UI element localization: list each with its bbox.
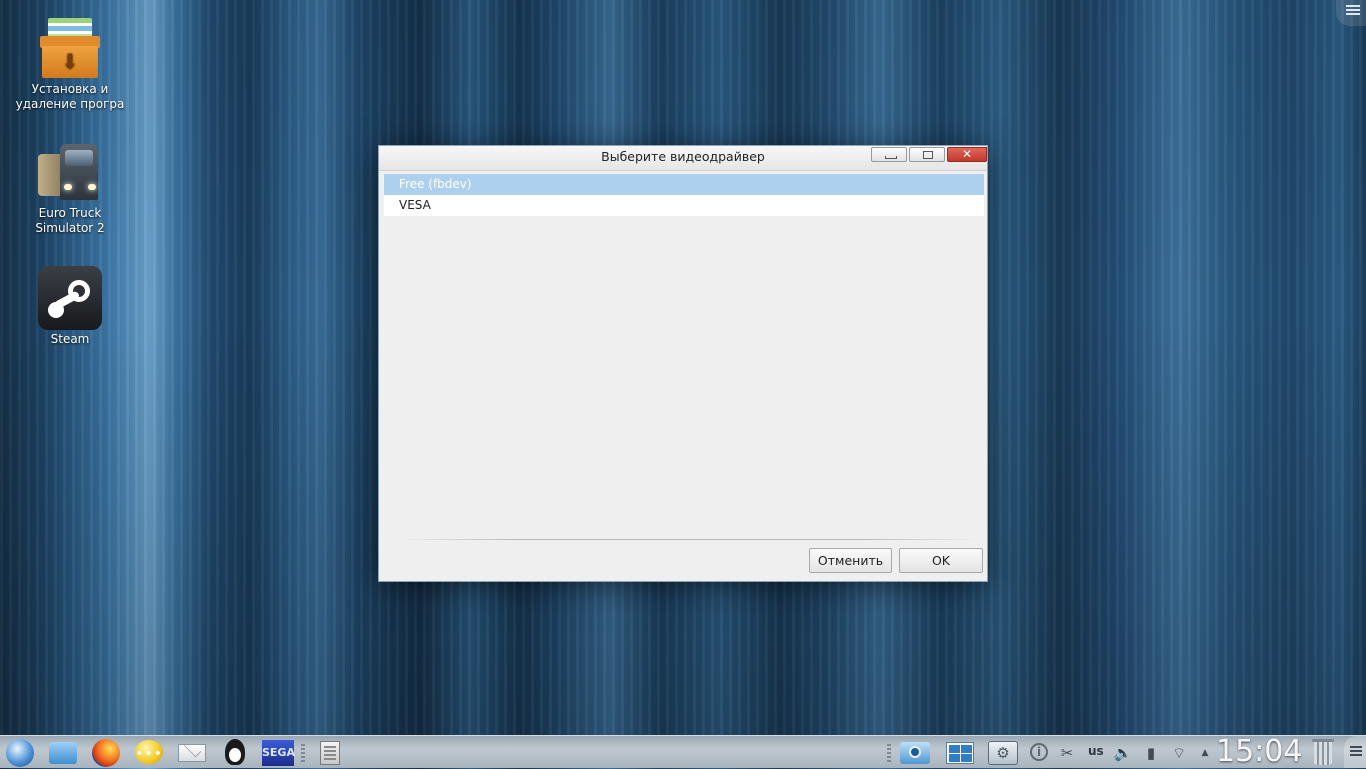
panel-separator-handle[interactable] [887, 744, 891, 762]
desktop-icon-label: Steam [50, 332, 90, 346]
dialog-titlebar[interactable]: Выберите видеодрайвер ✕ [379, 146, 987, 171]
sega-emulator-icon: SEGA [262, 740, 295, 766]
desktop-icon-label: удаление програ [15, 97, 125, 111]
trash-button[interactable] [1308, 738, 1338, 766]
close-button[interactable]: ✕ [947, 147, 987, 162]
tray-expand-icon: ▲ [1201, 748, 1209, 758]
driver-list: Free (fbdev) VESA [384, 174, 984, 216]
wifi-tray-button[interactable]: ⌔ [1168, 742, 1190, 764]
text-document-launcher[interactable] [316, 738, 346, 766]
list-item-vesa[interactable]: VESA [384, 195, 984, 216]
package-box-icon: ⬇ [38, 16, 102, 80]
close-icon: ✕ [961, 147, 973, 161]
button-separator [399, 539, 979, 540]
panel-toolbox-button[interactable] [1344, 736, 1366, 768]
volume-icon: 🔈 [1113, 744, 1133, 762]
mail-launcher[interactable] [176, 738, 206, 766]
taskbar: ••• SEGA i ✂ us 🔈 ▮ ⌔ ▲ 15:04 [0, 735, 1366, 768]
scissors-icon: ✂ [1060, 744, 1074, 762]
digital-clock[interactable]: 15:04 [1216, 736, 1302, 768]
desktop-icon-label: Установка и [31, 82, 109, 96]
battery-icon: ▮ [1146, 744, 1156, 762]
minimize-button[interactable] [871, 147, 907, 162]
clipboard-tray-button[interactable]: ✂ [1056, 742, 1078, 764]
desktop-icon-label: Euro Truck [38, 206, 102, 220]
maximize-icon [910, 148, 944, 161]
minimize-icon [872, 148, 906, 161]
ok-button[interactable]: OK [899, 548, 983, 573]
tux-launcher[interactable] [219, 738, 249, 766]
system-settings-icon [988, 741, 1018, 765]
desktop-icon-label: Simulator 2 [35, 221, 105, 235]
window-grid-tray-button[interactable] [944, 738, 974, 766]
firefox-launcher[interactable] [90, 738, 120, 767]
file-manager-icon [49, 742, 77, 764]
kde-menu-button[interactable] [4, 738, 34, 767]
system-settings-tray-button[interactable] [987, 738, 1018, 766]
volume-tray-button[interactable]: 🔈 [1112, 742, 1134, 764]
wifi-icon: ⌔ [1171, 744, 1187, 762]
chat-icon: ••• [135, 740, 163, 764]
chat-launcher[interactable]: ••• [133, 738, 163, 766]
info-tray-button[interactable]: i [1028, 742, 1050, 764]
desktop-icon-euro-truck[interactable]: Euro Truck Simulator 2 [15, 140, 125, 236]
info-icon: i [1030, 743, 1048, 761]
text-document-icon [320, 741, 340, 765]
cancel-button[interactable]: Отменить [809, 548, 892, 573]
tray-expand-button[interactable]: ▲ [1194, 742, 1216, 764]
keyboard-layout-indicator[interactable]: us [1088, 744, 1104, 758]
screenshot-tray-button[interactable] [898, 738, 930, 766]
desktop-icon-software-manager[interactable]: ⬇ Установка и удаление програ [15, 16, 125, 112]
tux-icon [225, 739, 245, 765]
list-item-fbdev[interactable]: Free (fbdev) [384, 174, 984, 195]
desktop-icon-steam[interactable]: Steam [15, 266, 125, 347]
steam-icon [38, 266, 102, 330]
trash-icon [1312, 739, 1334, 765]
mail-icon [178, 744, 206, 762]
desktop-toolbox-button[interactable] [1336, 0, 1366, 26]
truck-icon [38, 140, 102, 204]
sega-emulator-launcher[interactable]: SEGA [262, 738, 295, 766]
file-manager-launcher[interactable] [47, 738, 77, 766]
battery-tray-button[interactable]: ▮ [1140, 742, 1162, 764]
firefox-icon [92, 739, 120, 767]
kde-menu-icon [6, 739, 34, 767]
dialog-title: Выберите видеодрайвер [601, 149, 765, 164]
window-grid-icon [946, 742, 974, 764]
video-driver-dialog: Выберите видеодрайвер ✕ Free (fbdev) VES… [378, 145, 988, 582]
maximize-button[interactable] [909, 147, 945, 162]
panel-separator-handle[interactable] [301, 744, 305, 762]
screenshot-icon [900, 742, 930, 764]
